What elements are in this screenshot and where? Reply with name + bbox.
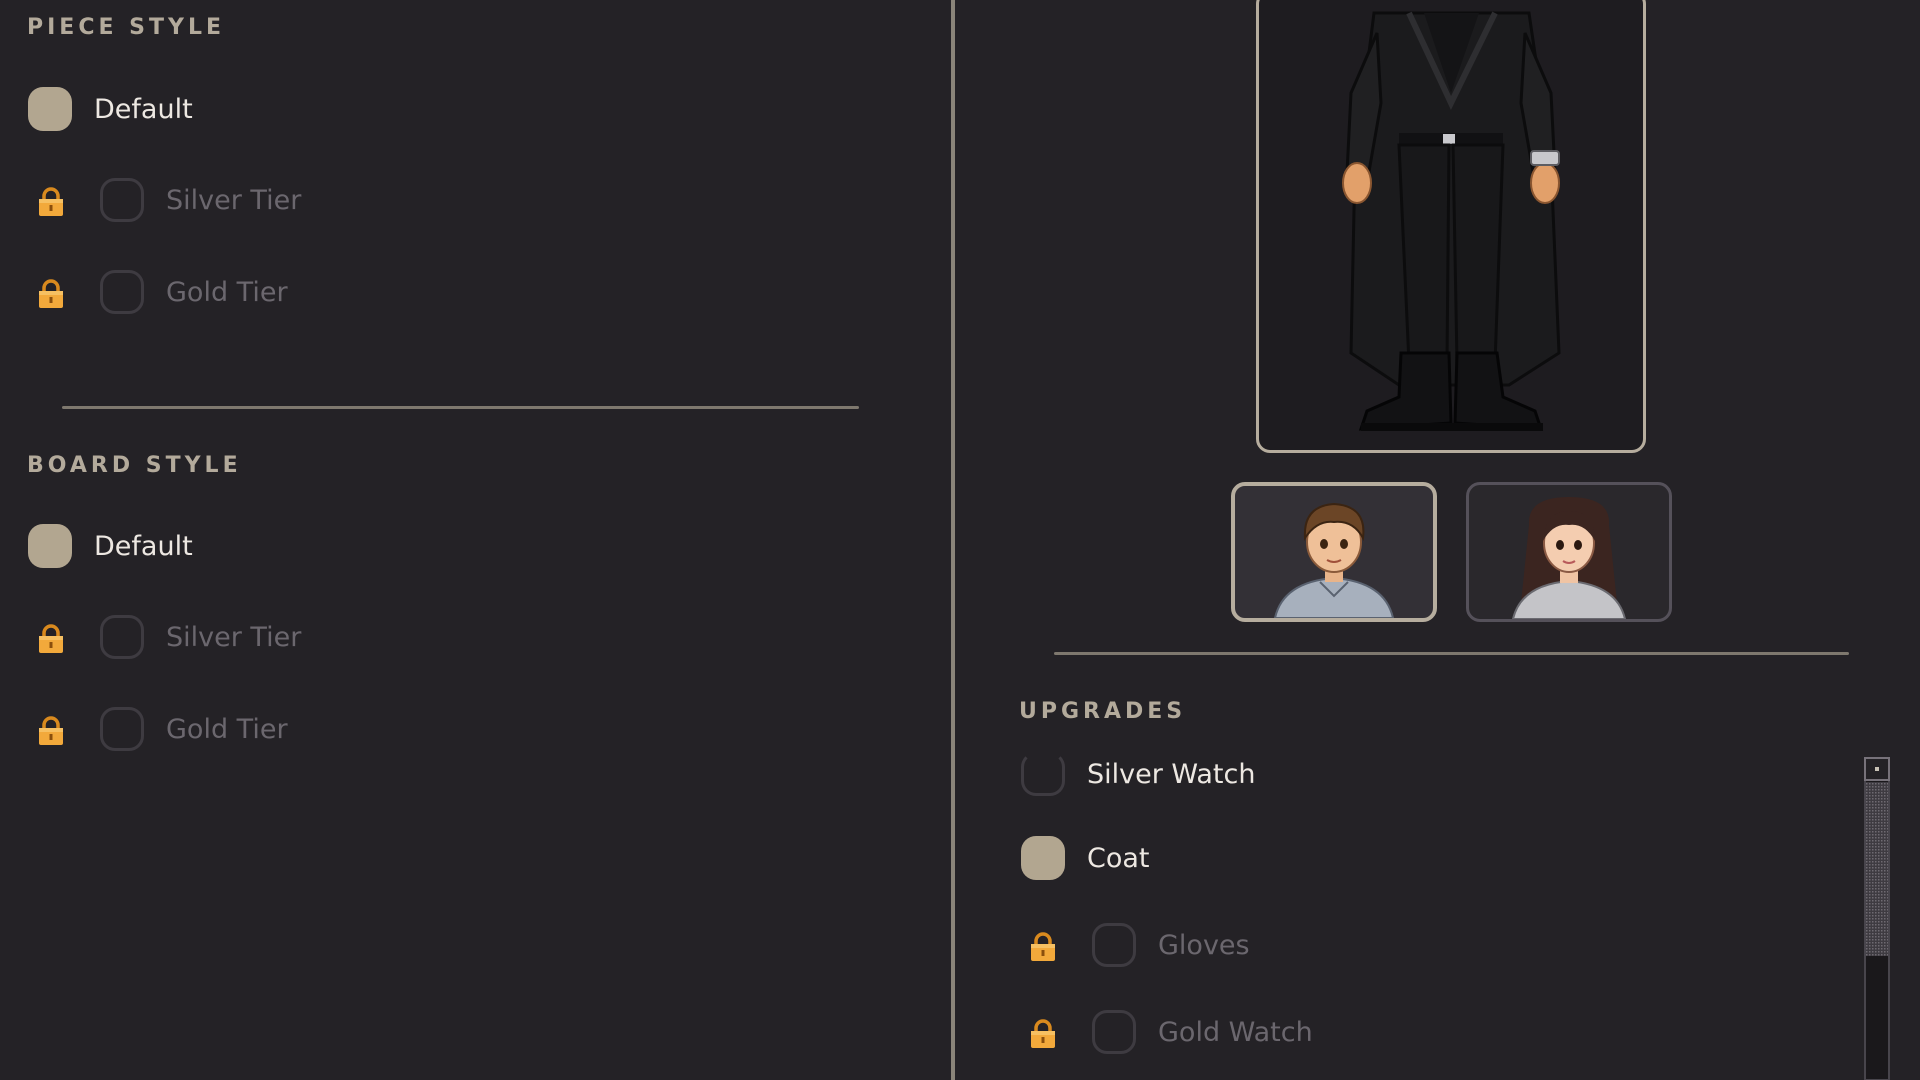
board-style-gold-option[interactable]: Gold Tier xyxy=(100,707,288,751)
upgrades-scrollbar[interactable] xyxy=(1863,756,1891,1080)
piece-style-default-option[interactable]: Default xyxy=(28,87,193,131)
radio-unselected[interactable] xyxy=(100,707,144,751)
option-label: Silver Tier xyxy=(166,621,302,653)
option-label: Silver Tier xyxy=(166,184,302,216)
radio-selected[interactable] xyxy=(28,87,72,131)
piece-style-silver-option[interactable]: Silver Tier xyxy=(100,178,301,222)
option-label: Gloves xyxy=(1158,929,1250,961)
upgrade-silver-watch-option[interactable]: Silver Watch xyxy=(1021,752,1255,796)
radio-selected[interactable] xyxy=(1021,836,1065,880)
option-label: Default xyxy=(94,93,193,125)
upgrade-gold-watch-option[interactable]: Gold Watch xyxy=(1092,1010,1313,1054)
radio-unselected[interactable] xyxy=(100,615,144,659)
upgrade-gloves-option[interactable]: Gloves xyxy=(1092,923,1250,967)
option-label: Gold Tier xyxy=(166,276,288,308)
section-divider xyxy=(1054,652,1849,655)
radio-selected[interactable] xyxy=(28,524,72,568)
option-label: Gold Watch xyxy=(1158,1016,1313,1048)
character-figure xyxy=(1342,11,1561,431)
board-style-default-option[interactable]: Default xyxy=(28,524,193,568)
lock-icon xyxy=(37,187,65,217)
radio-unselected[interactable] xyxy=(100,178,144,222)
option-label: Default xyxy=(94,530,193,562)
lock-icon xyxy=(1029,932,1057,962)
female-avatar-image xyxy=(1511,497,1627,619)
lock-icon xyxy=(37,624,65,654)
option-label: Silver Watch xyxy=(1087,758,1256,790)
lock-icon xyxy=(1029,1019,1057,1049)
option-label: Gold Tier xyxy=(166,713,288,745)
upgrades-title: UPGRADES xyxy=(1019,699,1187,724)
piece-style-title: PIECE STYLE xyxy=(27,15,225,40)
male-avatar-card[interactable] xyxy=(1231,482,1437,622)
radio-unselected[interactable] xyxy=(1092,1010,1136,1054)
lock-icon xyxy=(37,279,65,309)
option-label: Coat xyxy=(1087,842,1150,874)
upgrade-coat-option[interactable]: Coat xyxy=(1021,836,1150,880)
piece-style-gold-option[interactable]: Gold Tier xyxy=(100,270,288,314)
section-divider xyxy=(62,406,859,409)
male-avatar-image xyxy=(1273,502,1395,618)
radio-unselected[interactable] xyxy=(100,270,144,314)
female-avatar-card[interactable] xyxy=(1466,482,1672,622)
scrollbar-thumb[interactable] xyxy=(1866,782,1888,956)
radio-unselected[interactable] xyxy=(1021,752,1065,796)
character-preview xyxy=(1256,0,1646,453)
board-style-title: BOARD STYLE xyxy=(27,453,242,478)
board-style-silver-option[interactable]: Silver Tier xyxy=(100,615,301,659)
lock-icon xyxy=(37,716,65,746)
radio-unselected[interactable] xyxy=(1092,923,1136,967)
panel-separator xyxy=(951,0,955,1080)
